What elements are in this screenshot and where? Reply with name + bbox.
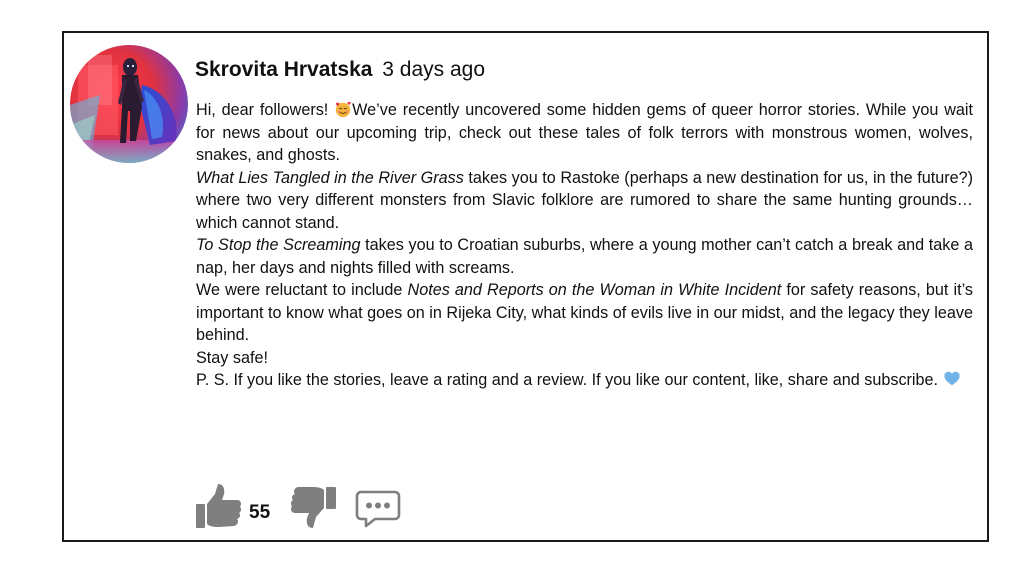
paragraph-2: What Lies Tangled in the River Grass tak… <box>196 167 973 235</box>
paragraph-3: To Stop the Screaming takes you to Croat… <box>196 234 973 279</box>
smiling-face-with-hearts-icon <box>335 101 351 118</box>
timestamp: 3 days ago <box>382 58 486 81</box>
thumbs-up-icon[interactable] <box>195 482 243 530</box>
paragraph-1-intro: Hi, dear followers! <box>196 101 335 119</box>
author-name[interactable]: Skrovita Hrvatska <box>195 58 372 81</box>
paragraph-4: We were reluctant to include Notes and R… <box>196 279 973 347</box>
comment-card: Skrovita Hrvatska 3 days ago Hi, dear fo… <box>62 31 989 542</box>
paragraph-4-intro: We were reluctant to include <box>196 281 408 299</box>
paragraph-6: P. S. If you like the stories, leave a r… <box>196 369 973 392</box>
story-title-1[interactable]: What Lies Tangled in the River Grass <box>196 169 464 187</box>
story-title-2[interactable]: To Stop the Screaming <box>196 236 361 254</box>
blue-heart-icon <box>943 371 960 386</box>
paragraph-5: Stay safe! <box>196 348 268 367</box>
comment-body: Hi, dear followers! We’ve recently uncov… <box>196 99 973 392</box>
story-title-3[interactable]: Notes and Reports on the Woman in White … <box>408 281 782 299</box>
speech-bubble-icon[interactable] <box>355 490 401 528</box>
paragraph-1: Hi, dear followers! We’ve recently uncov… <box>196 99 973 167</box>
like-count: 55 <box>249 502 271 523</box>
comment-header: Skrovita Hrvatska 3 days ago <box>195 57 485 83</box>
thumbs-down-icon[interactable] <box>289 486 337 530</box>
avatar[interactable] <box>70 45 188 163</box>
paragraph-6-text: P. S. If you like the stories, leave a r… <box>196 371 943 389</box>
